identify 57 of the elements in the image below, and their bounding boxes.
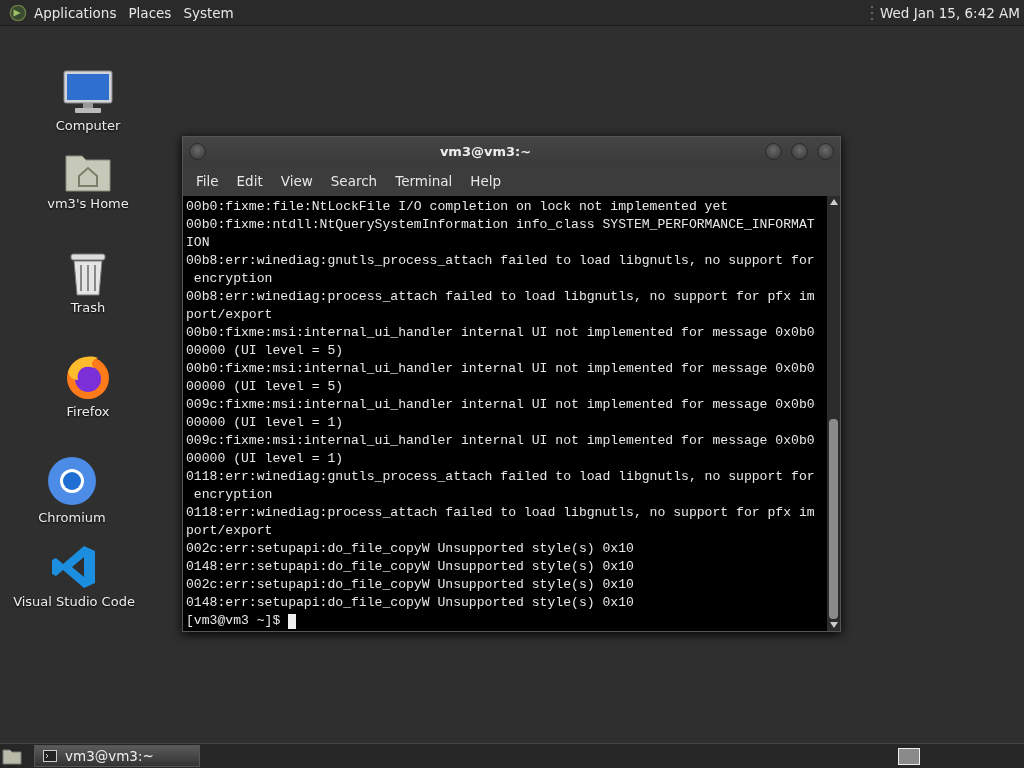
terminal-line: 00b0:fixme:msi:internal_ui_handler internal UI not implemented for message 0x0b0 <box>186 360 816 378</box>
menu-item[interactable]: Help <box>461 173 511 189</box>
panel-menu[interactable]: Applications <box>34 4 117 21</box>
workspace-switcher[interactable] <box>898 747 920 765</box>
terminal-line: port/export <box>186 522 274 540</box>
terminal-line: 00b0:fixme:ntdll:NtQuerySystemInformation info_class SYSTEM_PERFORMANCE_INFORMAT <box>186 216 816 234</box>
scroll-down-icon[interactable] <box>829 622 838 628</box>
clock[interactable]: Wed Jan 15, 6:42 AM <box>879 4 1020 21</box>
home-folder-icon[interactable] <box>65 152 111 192</box>
monitor-icon[interactable] <box>63 70 113 114</box>
scrollbar[interactable] <box>827 196 840 631</box>
terminal-line: 00b8:err:winediag:process_attach failed to load libgnutls, no support for pfx im <box>186 288 816 306</box>
show-desktop-icon[interactable] <box>2 747 22 765</box>
window-title: vm3@vm3:~ <box>439 144 532 159</box>
terminal-line: 009c:fixme:msi:internal_ui_handler internal UI not implemented for message 0x0b0 <box>186 396 816 414</box>
terminal-line: 0118:err:winediag:process_attach failed to load libgnutls, no support for pfx im <box>186 504 816 522</box>
terminal-line: encryption <box>192 486 274 504</box>
terminal-line: 00000 (UI level = 1) <box>186 414 345 432</box>
terminal-line: 00000 (UI level = 5) <box>186 342 345 360</box>
terminal-icon <box>43 750 57 762</box>
menu-item[interactable]: Edit <box>227 173 272 189</box>
terminal-line: 002c:err:setupapi:do_file_copyW Unsupported style(s) 0x10 <box>186 576 635 594</box>
desktop-icon-label[interactable]: Trash <box>70 300 106 315</box>
desktop-icon-label[interactable]: Computer <box>55 118 121 133</box>
menu-item[interactable]: View <box>271 173 322 189</box>
text-cursor <box>288 613 297 629</box>
terminal-line: 0148:err:setupapi:do_file_copyW Unsupported style(s) 0x10 <box>186 558 635 576</box>
taskbar-button[interactable]: vm3@vm3:~ <box>34 745 200 767</box>
menu-item[interactable]: File <box>187 173 228 189</box>
terminal-line: 00000 (UI level = 5) <box>186 378 345 396</box>
desktop-icon-label[interactable]: Chromium <box>38 510 106 525</box>
scroll-thumb[interactable] <box>829 419 838 619</box>
terminal-line: ION <box>186 234 211 252</box>
terminal-line: 009c:fixme:msi:internal_ui_handler internal UI not implemented for message 0x0b0 <box>186 432 816 450</box>
desktop-icon-label[interactable]: Visual Studio Code <box>13 594 135 609</box>
code-editor-icon[interactable] <box>51 544 97 590</box>
terminal-line: 002c:err:setupapi:do_file_copyW Unsupported style(s) 0x10 <box>186 540 635 558</box>
terminal-line: 0148:err:setupapi:do_file_copyW Unsupported style(s) 0x10 <box>186 594 635 612</box>
panel-menu[interactable]: System <box>183 4 234 21</box>
terminal-line: 00b0:fixme:file:NtLockFile I/O completion on lock not implemented yet <box>186 198 730 216</box>
menu-item[interactable]: Terminal <box>386 173 462 189</box>
terminal-line: 00000 (UI level = 1) <box>186 450 345 468</box>
panel-handle-icon <box>869 4 874 21</box>
shell-prompt: [vm3@vm3 ~]$ <box>186 612 281 630</box>
terminal-line: encryption <box>192 270 274 288</box>
trash-icon[interactable] <box>68 252 108 296</box>
distro-logo-icon[interactable] <box>9 3 27 22</box>
panel-menu[interactable]: Places <box>128 4 172 21</box>
terminal-line: 00b0:fixme:msi:internal_ui_handler internal UI not implemented for message 0x0b0 <box>186 324 816 342</box>
scroll-up-icon[interactable] <box>829 199 838 205</box>
terminal-line: port/export <box>186 306 274 324</box>
desktop-icon-label[interactable]: Firefox <box>66 404 110 419</box>
terminal-line: 0118:err:winediag:gnutls_process_attach failed to load libgnutls, no support for <box>186 468 816 486</box>
terminal-line: 00b8:err:winediag:gnutls_process_attach failed to load libgnutls, no support for <box>186 252 816 270</box>
ring-browser-icon[interactable] <box>47 456 97 506</box>
desktop-icon-label[interactable]: vm3's Home <box>47 196 129 211</box>
menu-item[interactable]: Search <box>321 173 387 189</box>
